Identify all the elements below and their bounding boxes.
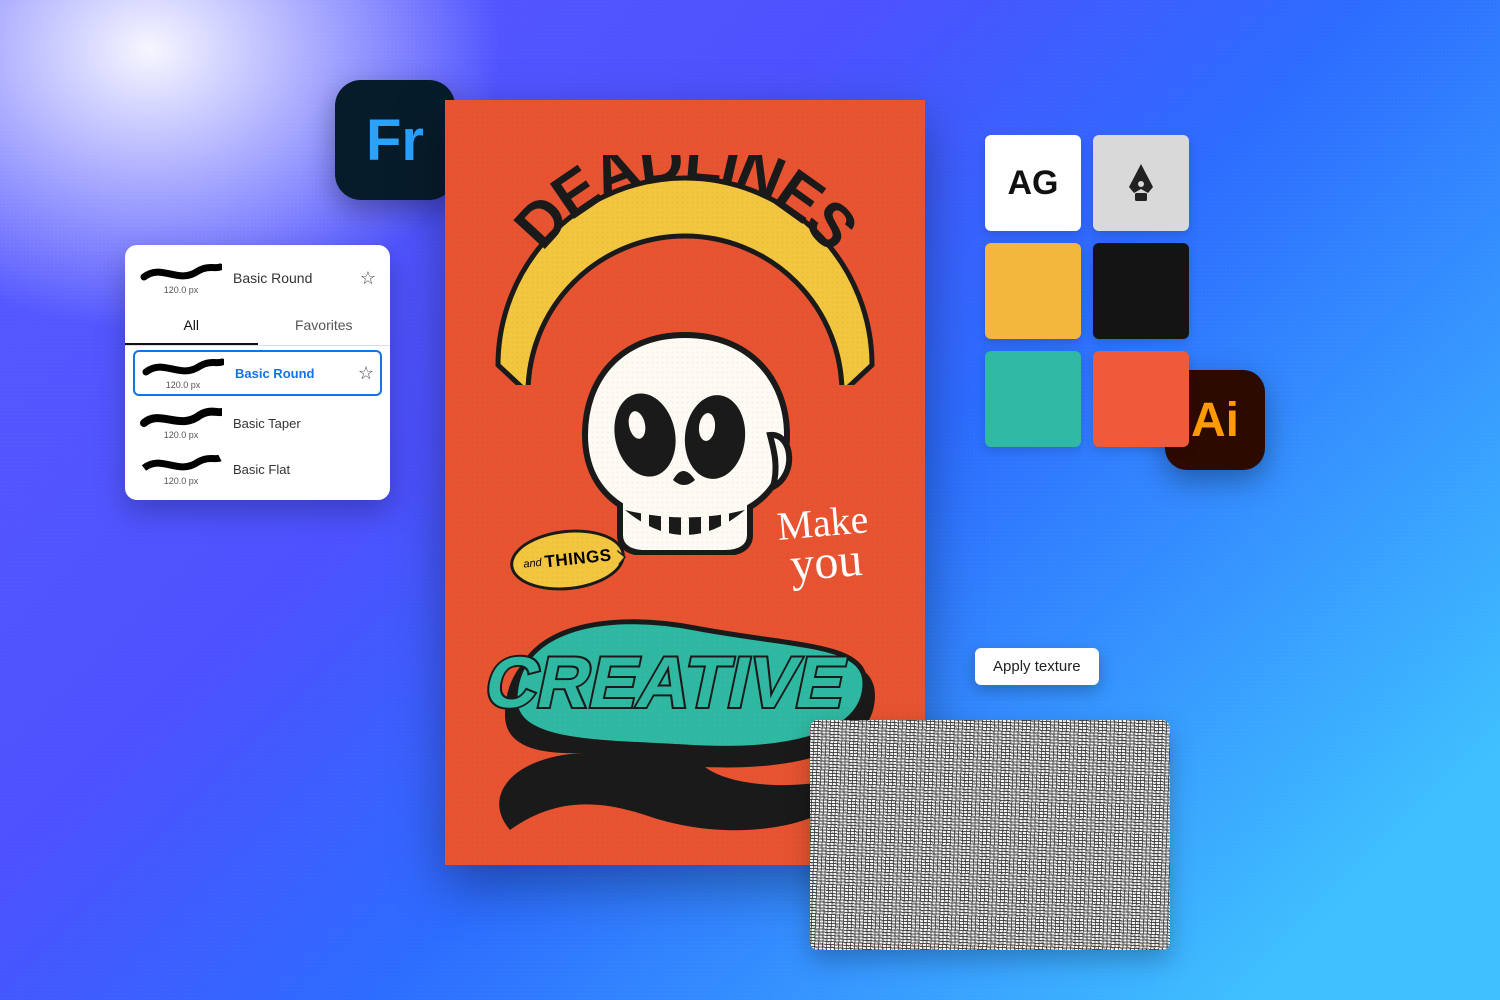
bubble-things: THINGS (544, 545, 613, 572)
pen-tool-icon (1118, 160, 1164, 206)
tab-all[interactable]: All (125, 307, 258, 345)
fresco-app-label: Fr (366, 107, 424, 174)
svg-text:CREATIVE: CREATIVE (479, 643, 855, 723)
brush-size: 120.0 px (166, 380, 201, 390)
brush-size: 120.0 px (164, 430, 199, 440)
type-tool-swatch[interactable]: AG (985, 135, 1081, 231)
brush-item-basic-flat[interactable]: 120.0 px Basic Flat (125, 446, 390, 492)
brush-name: Basic Flat (233, 462, 376, 477)
brush-stroke-preview: 120.0 px (139, 261, 223, 295)
brush-panel: 120.0 px Basic Round ☆ All Favorites 120… (125, 245, 390, 500)
make-you-script: Make you (776, 501, 874, 588)
brush-current-size: 120.0 px (164, 285, 199, 295)
brush-tabs: All Favorites (125, 307, 390, 346)
color-swatch-yellow[interactable] (985, 243, 1081, 339)
brush-stroke-preview: 120.0 px (139, 406, 223, 440)
brush-size: 120.0 px (164, 476, 199, 486)
color-swatch-teal[interactable] (985, 351, 1081, 447)
brush-item-basic-round[interactable]: 120.0 px Basic Round ☆ (133, 350, 382, 396)
favorite-toggle-icon[interactable]: ☆ (358, 363, 374, 384)
tool-swatch-grid: AG (985, 135, 1189, 447)
tab-favorites[interactable]: Favorites (258, 307, 391, 345)
skull-illustration (565, 325, 805, 555)
brush-current: 120.0 px Basic Round ☆ (125, 253, 390, 303)
brush-stroke-preview: 120.0 px (141, 356, 225, 390)
type-sample-label: AG (1008, 164, 1059, 203)
color-swatch-orange[interactable] (1093, 351, 1189, 447)
you-word: you (779, 537, 873, 588)
texture-preview[interactable] (810, 720, 1170, 950)
apply-texture-button[interactable]: Apply texture (975, 648, 1099, 685)
brush-current-name: Basic Round (233, 270, 350, 286)
fresco-app-icon[interactable]: Fr (335, 80, 455, 200)
color-swatch-black[interactable] (1093, 243, 1189, 339)
apply-texture-label: Apply texture (993, 658, 1081, 675)
bubble-and: and (523, 557, 543, 571)
brush-stroke-preview: 120.0 px (139, 452, 223, 486)
brush-item-basic-taper[interactable]: 120.0 px Basic Taper (125, 400, 390, 446)
brush-name: Basic Taper (233, 416, 376, 431)
brush-name: Basic Round (235, 366, 348, 381)
pen-tool-swatch[interactable] (1093, 135, 1189, 231)
favorite-toggle-icon[interactable]: ☆ (360, 268, 376, 289)
illustrator-app-label: Ai (1191, 393, 1239, 448)
